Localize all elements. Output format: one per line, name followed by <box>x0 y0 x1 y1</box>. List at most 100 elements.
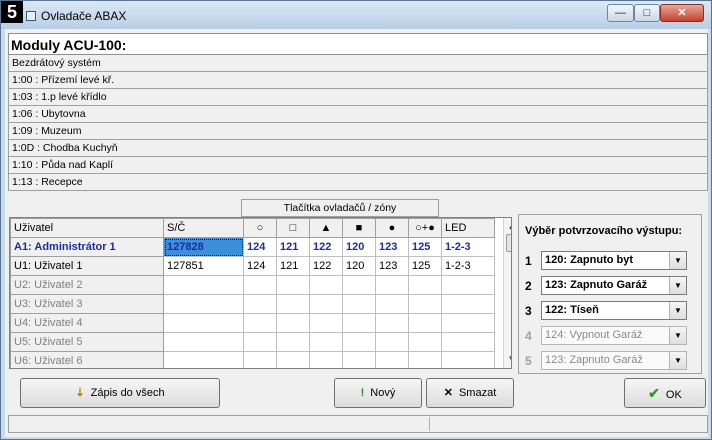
zone-cell[interactable] <box>309 351 343 368</box>
zone-cell[interactable] <box>342 275 376 295</box>
user-cell[interactable]: U2: Uživatel 2 <box>10 275 164 295</box>
output-select[interactable]: 123: Zapnuto Garáž ▼ <box>541 276 687 295</box>
zone-cell[interactable]: 120 <box>342 237 376 257</box>
zone-cell[interactable] <box>276 275 310 295</box>
serial-cell[interactable]: 127851 <box>163 256 244 276</box>
zone-cell[interactable] <box>342 294 376 314</box>
zone-cell[interactable] <box>243 294 277 314</box>
zone-cell[interactable] <box>243 351 277 368</box>
zone-cell[interactable] <box>243 332 277 352</box>
output-select[interactable]: 123: Zapnuto Garáž ▼ <box>541 351 687 370</box>
close-button[interactable]: ✕ <box>660 4 704 22</box>
header-button-filled-circle-icon[interactable]: ● <box>375 218 409 238</box>
module-item[interactable]: 1:06 : Ubytovna <box>8 106 708 123</box>
minimize-button[interactable]: — <box>607 4 634 22</box>
zone-cell[interactable] <box>309 294 343 314</box>
zone-cell[interactable]: 124 <box>243 237 277 257</box>
led-cell[interactable] <box>441 275 495 295</box>
module-item[interactable]: 1:10 : Půda nad Kaplí <box>8 157 708 174</box>
zone-cell[interactable] <box>309 332 343 352</box>
user-cell[interactable]: U3: Uživatel 3 <box>10 294 164 314</box>
header-serial[interactable]: S/Č <box>163 218 244 238</box>
new-button[interactable]: ! Nový <box>334 378 422 408</box>
zone-cell[interactable] <box>276 332 310 352</box>
zone-cell[interactable] <box>375 275 409 295</box>
led-cell[interactable]: 1-2-3 <box>441 256 495 276</box>
led-cell[interactable] <box>441 351 495 368</box>
module-item[interactable]: Bezdrátový systém <box>8 55 708 72</box>
ok-button[interactable]: ✔ OK <box>624 378 706 408</box>
save-all-button[interactable]: ⇣ Zápis do všech <box>20 378 220 408</box>
zone-cell[interactable] <box>408 313 442 333</box>
chevron-down-icon[interactable]: ▼ <box>669 252 686 269</box>
user-cell[interactable]: U5: Uživatel 5 <box>10 332 164 352</box>
led-cell[interactable]: 1-2-3 <box>441 237 495 257</box>
output-select[interactable]: 122: Tíseň ▼ <box>541 301 687 320</box>
zone-cell[interactable] <box>276 294 310 314</box>
user-cell[interactable]: A1: Administrátor 1 <box>10 237 164 257</box>
led-cell[interactable] <box>441 332 495 352</box>
output-select[interactable]: 124: Vypnout Garáž ▼ <box>541 326 687 345</box>
user-cell[interactable]: U6: Uživatel 6 <box>10 351 164 368</box>
scroll-up-icon[interactable]: ▲ <box>504 220 511 234</box>
zone-cell[interactable] <box>375 332 409 352</box>
output-select[interactable]: 120: Zapnuto byt ▼ <box>541 251 687 270</box>
zone-cell[interactable]: 120 <box>342 256 376 276</box>
delete-button[interactable]: ✕ Smazat <box>426 378 514 408</box>
zone-cell[interactable] <box>408 294 442 314</box>
zone-cell[interactable] <box>342 313 376 333</box>
zone-cell[interactable]: 125 <box>408 256 442 276</box>
header-led[interactable]: LED <box>441 218 495 238</box>
chevron-down-icon[interactable]: ▼ <box>669 277 686 294</box>
title-bar[interactable]: 5 Ovladače ABAX — □ ✕ <box>1 1 711 29</box>
zone-cell[interactable]: 121 <box>276 256 310 276</box>
zone-cell[interactable] <box>375 351 409 368</box>
user-cell[interactable]: U1: Uživatel 1 <box>10 256 164 276</box>
zone-cell[interactable] <box>309 275 343 295</box>
zone-cell[interactable]: 122 <box>309 237 343 257</box>
users-grid[interactable]: Uživatel S/Č ○ □ ▲ ■ ● ○+● LED A1: Admin… <box>9 217 512 369</box>
module-item[interactable]: 1:13 : Recepce <box>8 174 708 191</box>
header-user[interactable]: Uživatel <box>10 218 164 238</box>
table-row[interactable]: U2: Uživatel 2 <box>10 275 495 295</box>
table-row[interactable]: A1: Administrátor 1 127828 124 121 122 1… <box>10 237 495 257</box>
header-button-filled-square-icon[interactable]: ■ <box>342 218 376 238</box>
zone-cell[interactable] <box>309 313 343 333</box>
header-button-combo-icon[interactable]: ○+● <box>408 218 442 238</box>
module-item[interactable]: 1:00 : Přízemí levé kř. <box>8 72 708 89</box>
table-horizontal-scrollbar[interactable] <box>9 369 512 375</box>
zone-cell[interactable] <box>408 332 442 352</box>
zone-cell[interactable] <box>243 275 277 295</box>
table-row[interactable]: U3: Uživatel 3 <box>10 294 495 314</box>
serial-cell[interactable]: 127828 <box>163 237 244 257</box>
zone-cell[interactable] <box>342 332 376 352</box>
table-row[interactable]: U4: Uživatel 4 <box>10 313 495 333</box>
serial-cell[interactable] <box>163 294 244 314</box>
zone-cell[interactable] <box>342 351 376 368</box>
zone-cell[interactable]: 121 <box>276 237 310 257</box>
zone-cell[interactable]: 123 <box>375 256 409 276</box>
serial-cell[interactable] <box>163 351 244 368</box>
zone-cell[interactable] <box>276 351 310 368</box>
led-cell[interactable] <box>441 313 495 333</box>
table-vertical-scrollbar[interactable]: ▲ ▼ <box>503 218 511 368</box>
module-item[interactable]: 1:0D : Chodba Kuchyň <box>8 140 708 157</box>
table-row[interactable]: U5: Uživatel 5 <box>10 332 495 352</box>
header-button-triangle-icon[interactable]: ▲ <box>309 218 343 238</box>
table-row[interactable]: U6: Uživatel 6 <box>10 351 495 368</box>
serial-cell[interactable] <box>163 332 244 352</box>
table-row[interactable]: U1: Uživatel 1 127851 124 121 122 120 12… <box>10 256 495 276</box>
maximize-button[interactable]: □ <box>634 4 660 22</box>
led-cell[interactable] <box>441 294 495 314</box>
zone-cell[interactable] <box>276 313 310 333</box>
zone-cell[interactable]: 124 <box>243 256 277 276</box>
zone-cell[interactable] <box>408 351 442 368</box>
module-item[interactable]: 1:03 : 1.p levé křídlo <box>8 89 708 106</box>
chevron-down-icon[interactable]: ▼ <box>669 352 686 369</box>
zone-cell[interactable] <box>375 313 409 333</box>
chevron-down-icon[interactable]: ▼ <box>669 327 686 344</box>
scroll-thumb[interactable] <box>506 234 511 252</box>
header-button-square-icon[interactable]: □ <box>276 218 310 238</box>
zone-cell[interactable]: 122 <box>309 256 343 276</box>
zone-cell[interactable] <box>375 294 409 314</box>
